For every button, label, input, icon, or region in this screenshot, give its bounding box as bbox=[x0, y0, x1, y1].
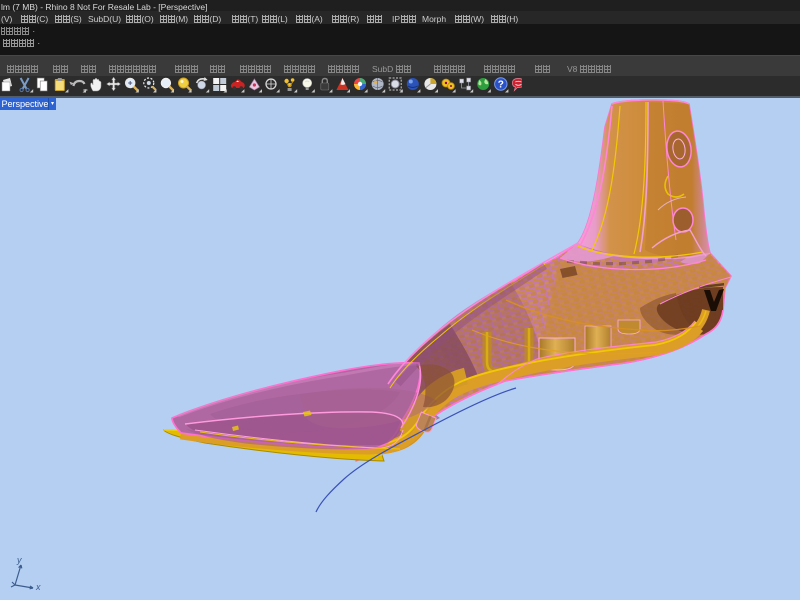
svg-text:y: y bbox=[16, 555, 22, 565]
svg-text:x: x bbox=[35, 582, 41, 592]
svg-text:?: ? bbox=[498, 80, 504, 91]
